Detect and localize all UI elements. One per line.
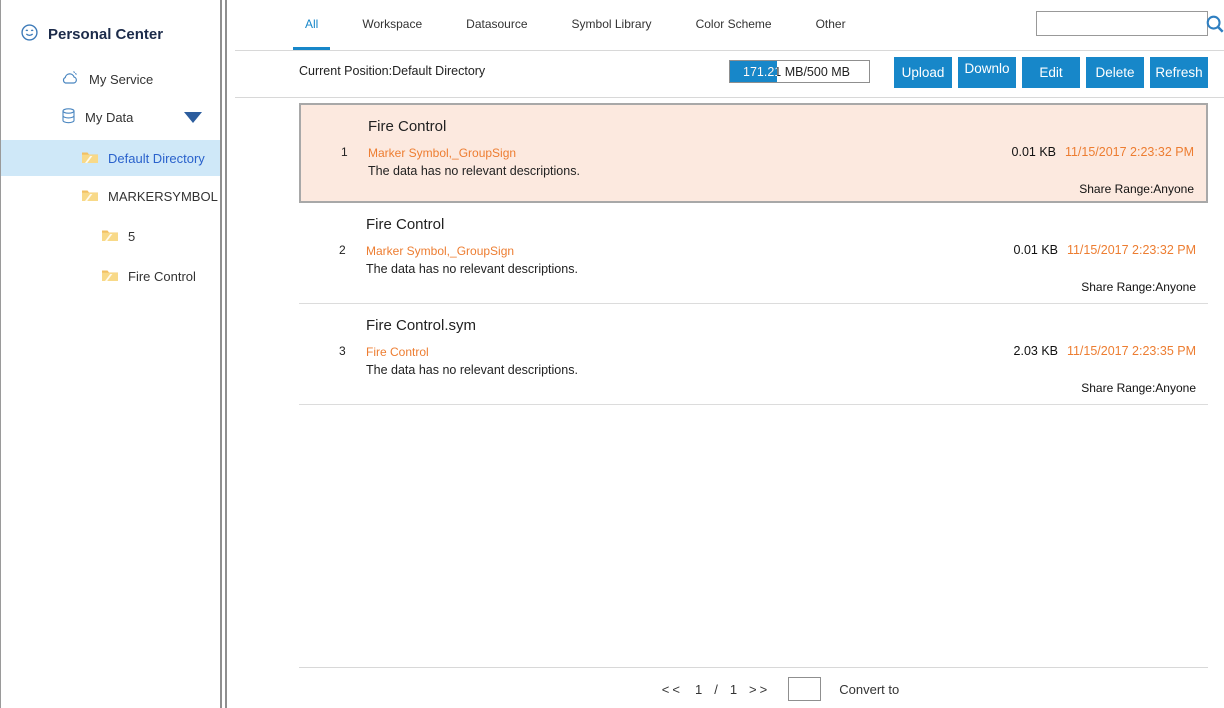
refresh-button[interactable]: Refresh [1150,57,1208,88]
download-button[interactable]: Downlo [958,57,1016,88]
upload-button[interactable]: Upload [894,57,952,88]
sidebar-item-label: 5 [128,229,135,244]
storage-meter: 171.21 MB/500 MB 171.21 MB/500 MB [729,60,870,83]
convert-to-button[interactable]: Convert to [839,682,899,697]
row-description: The data has no relevant descriptions. [366,363,578,377]
tab-all[interactable]: All [293,0,330,50]
row-date: 11/15/2017 2:23:35 PM [1067,344,1196,358]
toolbar-separator [235,97,1224,98]
sidebar-item-folder-5[interactable]: 5 [101,228,135,245]
sidebar-item-label: My Data [85,110,133,125]
edit-button[interactable]: Edit [1022,57,1080,88]
sidebar-item-fire-control[interactable]: Fire Control [101,268,196,285]
sidebar-item-markersymbol[interactable]: MARKERSYMBOL [81,188,247,205]
folder-icon [101,228,119,245]
tab-color-scheme[interactable]: Color Scheme [684,0,784,50]
next-page-button[interactable]: >> [749,682,770,697]
search-icon[interactable] [1204,13,1224,35]
row-description: The data has no relevant descriptions. [368,164,580,178]
sidebar-item-default-directory[interactable]: Default Directory [1,140,220,176]
row-index: 2 [339,243,346,257]
triangle-down-icon[interactable] [184,112,202,123]
cloud-sync-icon [61,70,80,88]
row-share-range: Share Range:Anyone [1081,381,1196,395]
sidebar-item-label: Fire Control [128,269,196,284]
row-subtitle: Marker Symbol,_GroupSign [366,244,514,258]
sidebar-item-label: My Service [89,72,153,87]
sidebar-item-my-service[interactable]: My Service [61,70,153,88]
row-title: Fire Control [366,216,444,233]
personal-center-window: Personal Center My Service My Data [0,0,1224,708]
row-index: 3 [339,344,346,358]
search-input[interactable] [1037,12,1204,35]
tab-bar: All Workspace Datasource Symbol Library … [227,0,1224,50]
page-separator: / [714,682,718,697]
row-subtitle: Marker Symbol,_GroupSign [368,146,516,160]
row-size: 0.01 KB [1012,145,1056,159]
page-jump-input[interactable] [788,677,821,701]
delete-button[interactable]: Delete [1086,57,1144,88]
list-item[interactable]: 2 Fire Control Marker Symbol,_GroupSign … [299,203,1208,304]
sidebar-title: Personal Center [48,26,163,43]
tab-other[interactable]: Other [804,0,858,50]
current-position-label: Current Position:Default Directory [299,64,485,78]
row-share-range: Share Range:Anyone [1079,182,1194,196]
folder-icon [101,268,119,285]
pagination: << 1 / 1 >> Convert to [227,677,1224,701]
tab-symbol-library[interactable]: Symbol Library [560,0,664,50]
tab-datasource[interactable]: Datasource [454,0,539,50]
pagination-separator [299,667,1208,668]
main-panel: All Workspace Datasource Symbol Library … [225,0,1224,708]
sidebar-item-label: MARKERSYMBOL [108,189,218,204]
row-index: 1 [341,145,348,159]
tab-workspace[interactable]: Workspace [350,0,434,50]
total-pages: 1 [730,682,737,697]
list-item[interactable]: 1 Fire Control Marker Symbol,_GroupSign … [299,103,1208,203]
row-share-range: Share Range:Anyone [1081,280,1196,294]
row-size: 2.03 KB [1014,344,1058,358]
folder-icon [81,188,99,205]
row-description: The data has no relevant descriptions. [366,262,578,276]
row-date: 11/15/2017 2:23:32 PM [1065,145,1194,159]
folder-icon [81,150,99,167]
sidebar: Personal Center My Service My Data [1,0,222,708]
sidebar-header: Personal Center [21,24,163,45]
prev-page-button[interactable]: << [662,682,683,697]
row-subtitle: Fire Control [366,345,429,359]
row-title: Fire Control.sym [366,317,476,334]
row-size: 0.01 KB [1014,243,1058,257]
toolbar-buttons: Upload Downlo Edit Delete Refresh [894,57,1208,88]
file-list: 1 Fire Control Marker Symbol,_GroupSign … [227,103,1224,405]
toolbar: Current Position:Default Directory 171.2… [227,51,1224,97]
current-page: 1 [695,682,702,697]
smiley-icon [21,24,38,45]
sidebar-item-my-data[interactable]: My Data [61,108,220,127]
database-icon [61,108,76,127]
row-date: 11/15/2017 2:23:32 PM [1067,243,1196,257]
search-box [1036,11,1208,36]
list-item[interactable]: 3 Fire Control.sym Fire Control The data… [299,304,1208,405]
sidebar-item-label: Default Directory [108,151,205,166]
row-title: Fire Control [368,118,446,135]
